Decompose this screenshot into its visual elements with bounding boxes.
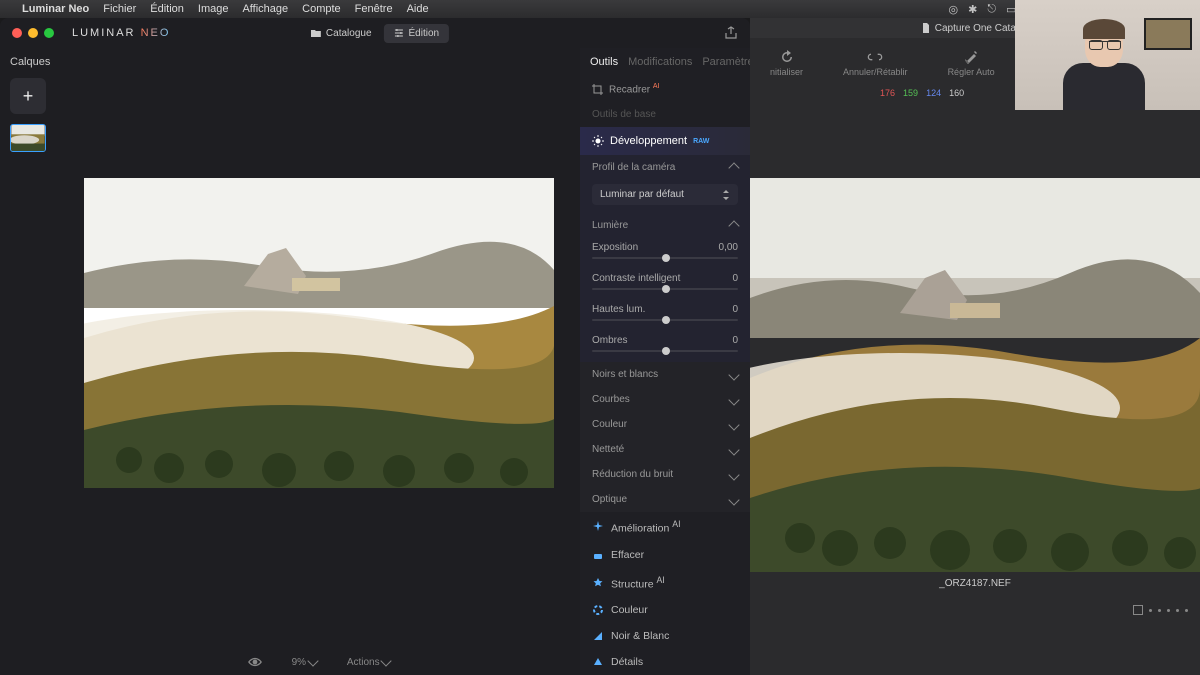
canvas-footer: 9% Actions: [58, 655, 580, 669]
eye-icon[interactable]: [248, 655, 262, 669]
zoom-value[interactable]: 9%: [292, 657, 317, 668]
tray-icon[interactable]: ◎: [949, 3, 959, 16]
actions-dropdown[interactable]: Actions: [347, 657, 391, 668]
menu-item[interactable]: Aide: [407, 3, 429, 15]
sub-noise[interactable]: Réduction du bruit: [580, 462, 750, 487]
menu-item[interactable]: Affichage: [242, 3, 288, 15]
slider-shadows[interactable]: Ombres0: [580, 331, 750, 362]
folder-icon: [311, 28, 321, 38]
section-development[interactable]: Développement RAW: [580, 127, 750, 155]
select-arrows-icon: [722, 190, 730, 200]
tab-modifications[interactable]: Modifications: [628, 56, 692, 68]
canvas-image[interactable]: [84, 178, 554, 488]
tab-parametres[interactable]: Paramètres: [702, 56, 750, 68]
co-filename: _ORZ4187.NEF: [750, 572, 1200, 595]
sub-camera-profile[interactable]: Profil de la caméra: [580, 155, 750, 180]
co-color-readout: 176 159 124 160: [880, 88, 964, 98]
luminar-window: LUMINAR NEO Catalogue Édition Calques +: [0, 18, 750, 675]
layer-thumbnail[interactable]: [10, 124, 46, 152]
sparkle-icon: [592, 521, 604, 533]
eraser-icon: [592, 549, 604, 561]
readout-g: 159: [903, 88, 918, 98]
webcam-overlay: [1015, 0, 1200, 110]
wall-frame: [1144, 18, 1192, 50]
slider-contrast[interactable]: Contraste intelligent0: [580, 269, 750, 300]
tray-icon[interactable]: ⎋: [987, 3, 996, 16]
co-undo-redo-button[interactable]: Annuler/Rétablir: [843, 49, 908, 77]
sub-optics[interactable]: Optique: [580, 487, 750, 512]
readout-l: 160: [949, 88, 964, 98]
readout-r: 176: [880, 88, 895, 98]
tray-icon[interactable]: ✱: [968, 3, 977, 16]
tab-edition[interactable]: Édition: [384, 24, 450, 43]
co-preview-image[interactable]: [750, 178, 1200, 578]
readout-b: 124: [926, 88, 941, 98]
document-icon: [921, 23, 931, 33]
layers-sidebar: Calques +: [0, 48, 58, 675]
co-reset-button[interactable]: nitialiser: [770, 49, 803, 77]
tools-panel: Outils Modifications Paramètres Recadrer…: [580, 48, 750, 675]
tab-catalogue[interactable]: Catalogue: [301, 24, 382, 43]
sun-icon: [592, 135, 604, 147]
tools-base-label: Outils de base: [580, 102, 750, 127]
co-auto-button[interactable]: Régler Auto: [948, 49, 995, 77]
add-layer-button[interactable]: +: [10, 78, 46, 114]
luminar-logo: LUMINAR NEO: [72, 27, 170, 39]
sub-curves[interactable]: Courbes: [580, 387, 750, 412]
bw-icon: [592, 630, 604, 642]
tool-amelioration[interactable]: Amélioration AI: [580, 512, 750, 542]
co-rating-bar[interactable]: [1133, 605, 1188, 615]
menu-item[interactable]: Édition: [150, 3, 184, 15]
sub-blackwhite[interactable]: Noirs et blancs: [580, 362, 750, 387]
share-icon[interactable]: [724, 26, 738, 40]
menu-item[interactable]: Compte: [302, 3, 341, 15]
layers-title: Calques: [10, 56, 58, 68]
luminar-titlebar: LUMINAR NEO Catalogue Édition: [0, 18, 750, 48]
sub-sharpness[interactable]: Netteté: [580, 437, 750, 462]
tool-couleur[interactable]: Couleur: [580, 597, 750, 623]
capture-one-window: Capture One Catalog nitialiser Annuler/R…: [750, 18, 1200, 675]
tool-structure[interactable]: Structure AI: [580, 568, 750, 598]
details-icon: [592, 656, 604, 668]
camera-profile-dropdown[interactable]: Luminar par défaut: [592, 184, 738, 205]
tab-outils[interactable]: Outils: [590, 56, 618, 68]
structure-icon: [592, 577, 604, 589]
canvas-area: 9% Actions: [58, 48, 580, 675]
presenter: [1045, 15, 1135, 110]
tools-tabs: Outils Modifications Paramètres: [580, 48, 750, 76]
menu-item[interactable]: Fenêtre: [355, 3, 393, 15]
menu-item[interactable]: Fichier: [103, 3, 136, 15]
crop-icon: [592, 84, 603, 95]
tool-nb[interactable]: Noir & Blanc: [580, 623, 750, 649]
window-controls[interactable]: [12, 28, 54, 38]
tool-recadrer[interactable]: Recadrer AI: [580, 76, 750, 102]
menu-item[interactable]: Image: [198, 3, 229, 15]
menu-app-name[interactable]: Luminar Neo: [22, 3, 89, 15]
color-icon: [592, 604, 604, 616]
slider-exposition[interactable]: Exposition0,00: [580, 238, 750, 269]
slider-highlights[interactable]: Hautes lum.0: [580, 300, 750, 331]
sub-color[interactable]: Couleur: [580, 412, 750, 437]
sub-light[interactable]: Lumière: [580, 213, 750, 238]
tool-details[interactable]: Détails: [580, 649, 750, 675]
tool-effacer[interactable]: Effacer: [580, 542, 750, 568]
sliders-icon: [394, 28, 404, 38]
